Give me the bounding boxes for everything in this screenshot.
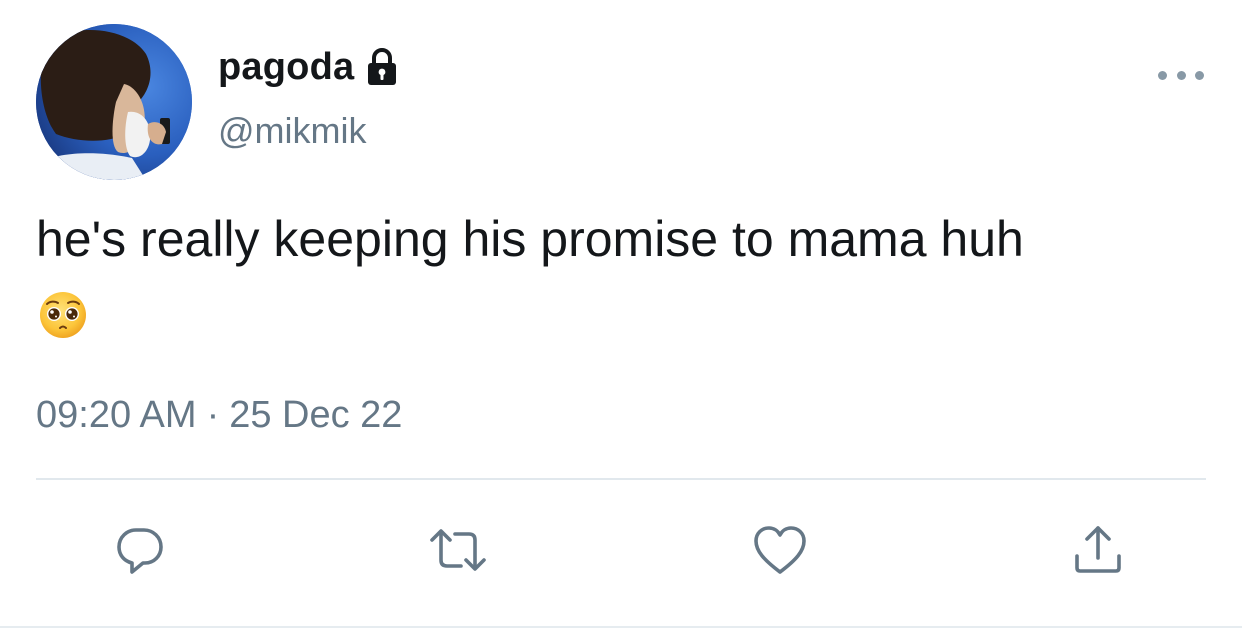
- reply-button[interactable]: [110, 520, 170, 580]
- more-dot: [1176, 70, 1186, 80]
- retweet-button[interactable]: [428, 520, 488, 580]
- avatar-image: [36, 24, 192, 180]
- display-name[interactable]: pagoda: [218, 46, 354, 89]
- more-dot: [1195, 70, 1204, 80]
- share-icon: [1075, 526, 1121, 573]
- bottom-divider: [0, 626, 1242, 628]
- more-icon[interactable]: [1158, 62, 1204, 88]
- pleading-face-emoji: [38, 290, 88, 340]
- tweet-text: he's really keeping his promise to mama …: [36, 211, 1024, 267]
- divider: [36, 478, 1206, 480]
- like-icon: [754, 526, 806, 574]
- lock-icon: [364, 47, 400, 87]
- author-name-row: pagoda: [218, 42, 400, 92]
- tweet-card: pagoda @mikmik he's really keeping his p…: [0, 0, 1242, 642]
- more-dot: [1158, 70, 1167, 80]
- like-button[interactable]: [750, 520, 810, 580]
- share-button[interactable]: [1068, 520, 1128, 580]
- tweet-time: 09:20 AM: [36, 394, 197, 436]
- retweet-icon: [430, 529, 486, 571]
- tweet-date: 25 Dec 22: [229, 394, 403, 436]
- reply-icon: [117, 528, 163, 574]
- avatar[interactable]: [36, 24, 192, 180]
- user-handle[interactable]: @mikmik: [218, 110, 367, 152]
- tweet-timestamp[interactable]: 09:20 AM · 25 Dec 22: [36, 394, 402, 437]
- separator-dot: ·: [206, 394, 220, 436]
